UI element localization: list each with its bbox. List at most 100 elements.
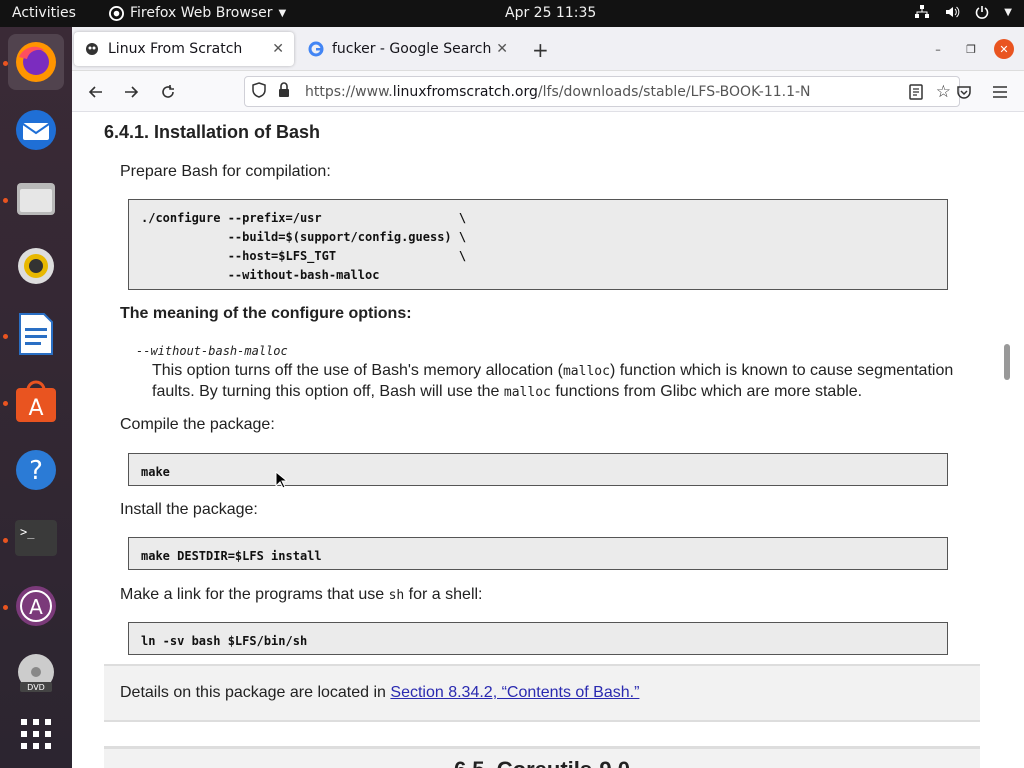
back-arrow-icon <box>88 86 102 98</box>
option-term: --without-bash-malloc <box>136 344 288 358</box>
system-tray[interactable]: ▼ <box>914 4 1012 20</box>
tab-google-search[interactable]: fucker - Google Search ✕ <box>298 32 518 66</box>
code-install: make DESTDIR=$LFS install <box>128 537 948 570</box>
power-icon <box>974 4 990 20</box>
scrollbar-thumb[interactable] <box>1004 344 1010 380</box>
url-prefix: https://www. <box>305 83 393 100</box>
app-menu-label: Firefox Web Browser <box>130 5 273 21</box>
forward-arrow-icon <box>125 86 139 98</box>
tab-label: fucker - Google Search <box>332 41 492 57</box>
forward-button[interactable] <box>117 79 145 105</box>
url-text: https://www.linuxfromscratch.org/lfs/dow… <box>305 84 811 100</box>
reload-button[interactable] <box>154 79 182 105</box>
link-code: sh <box>388 588 405 603</box>
close-window-button[interactable]: ✕ <box>994 39 1014 59</box>
hamburger-menu-icon <box>993 86 1007 98</box>
svg-text:A: A <box>29 595 43 619</box>
option-desc-text: faults. By turning this option off, Bash… <box>152 383 504 400</box>
writer-icon <box>19 313 53 355</box>
tab-label: Linux From Scratch <box>108 41 243 57</box>
network-icon <box>914 4 930 20</box>
svg-text:DVD: DVD <box>27 683 45 692</box>
maximize-button[interactable]: ❐ <box>961 39 981 59</box>
svg-text:?: ? <box>29 456 43 486</box>
clock[interactable]: Apr 25 11:35 <box>505 5 596 21</box>
app-grid-icon <box>21 719 51 749</box>
app-menu[interactable]: Firefox Web Browser ▼ <box>108 5 286 21</box>
dock-show-apps[interactable] <box>8 706 64 762</box>
option-desc-text: ) function which is known to cause segme… <box>609 362 954 379</box>
volume-icon <box>944 4 960 20</box>
activities-button[interactable]: Activities <box>12 5 76 21</box>
next-section-heading: 6.5. Coreutils-9.0 <box>104 746 980 768</box>
dock-writer[interactable] <box>8 306 64 362</box>
running-indicator <box>3 198 8 203</box>
firefox-icon <box>16 42 56 82</box>
updater-icon: A <box>16 586 56 626</box>
dock-rhythmbox[interactable] <box>8 238 64 294</box>
meaning-heading: The meaning of the configure options: <box>120 305 412 322</box>
link-text: for a shell: <box>404 586 483 603</box>
dock: A ? >_ A DVD <box>0 27 72 768</box>
details-text: Details on this package are located in S… <box>120 684 639 702</box>
dock-software[interactable]: A <box>8 374 64 430</box>
firefox-small-icon <box>108 5 124 21</box>
details-label: Details on this package are located in <box>120 684 391 701</box>
pocket-button[interactable] <box>950 79 978 105</box>
paragraph-link: Make a link for the programs that use sh… <box>120 586 483 604</box>
url-bar[interactable]: https://www.linuxfromscratch.org/lfs/dow… <box>244 76 960 107</box>
close-icon[interactable]: ✕ <box>496 41 508 57</box>
dock-thunderbird[interactable] <box>8 102 64 158</box>
code-make: make <box>128 453 948 486</box>
dock-terminal[interactable]: >_ <box>8 510 64 566</box>
code-link: ln -sv bash $LFS/bin/sh <box>128 622 948 655</box>
reader-view-icon[interactable] <box>909 84 923 104</box>
nav-bar: https://www.linuxfromscratch.org/lfs/dow… <box>72 71 1024 112</box>
shield-icon[interactable] <box>251 81 267 102</box>
option-desc-code: malloc <box>562 364 610 379</box>
dock-updater[interactable]: A <box>8 578 64 634</box>
software-icon: A <box>16 380 56 422</box>
back-button[interactable] <box>82 79 110 105</box>
chevron-down-icon: ▼ <box>1004 6 1012 18</box>
star-icon[interactable]: ☆ <box>936 82 951 102</box>
link-text: Make a link for the programs that use <box>120 586 389 603</box>
code-configure: ./configure --prefix=/usr \ --build=$(su… <box>128 199 948 290</box>
dock-firefox[interactable] <box>8 34 64 90</box>
pocket-icon <box>957 86 971 99</box>
url-host: linuxfromscratch.org <box>392 83 538 100</box>
minimize-button[interactable]: – <box>928 39 948 59</box>
chevron-down-icon: ▼ <box>278 7 287 19</box>
section-heading: 6.4.1. Installation of Bash <box>104 122 321 142</box>
menu-button[interactable] <box>986 79 1014 105</box>
svg-text:A: A <box>28 396 43 421</box>
rhythmbox-icon <box>18 248 54 284</box>
lock-icon[interactable] <box>277 81 293 102</box>
tab-linux-from-scratch[interactable]: Linux From Scratch ✕ <box>74 32 294 66</box>
paragraph-prepare: Prepare Bash for compilation: <box>120 163 331 180</box>
help-icon: ? <box>16 450 56 490</box>
option-description: This option turns off the use of Bash's … <box>152 361 972 403</box>
option-desc-code: malloc <box>503 385 551 400</box>
dock-dvd[interactable]: DVD <box>8 646 64 702</box>
dock-files[interactable] <box>8 170 64 226</box>
lfs-favicon-icon <box>84 41 100 57</box>
thunderbird-icon <box>16 110 56 150</box>
terminal-icon: >_ <box>15 520 57 556</box>
new-tab-button[interactable]: + <box>532 38 549 62</box>
running-indicator <box>3 401 8 406</box>
running-indicator <box>3 605 8 610</box>
option-desc-text: This option turns off the use of Bash's … <box>152 362 563 379</box>
tab-strip: Linux From Scratch ✕ fucker - Google Sea… <box>72 27 1024 71</box>
details-link[interactable]: Section 8.34.2, “Contents of Bash.” <box>390 684 639 701</box>
close-icon[interactable]: ✕ <box>272 41 284 57</box>
dock-help[interactable]: ? <box>8 442 64 498</box>
svg-text:>_: >_ <box>20 525 35 539</box>
running-indicator <box>3 61 8 66</box>
files-icon <box>17 183 55 215</box>
paragraph-compile: Compile the package: <box>120 416 275 433</box>
details-box: Details on this package are located in S… <box>104 664 980 722</box>
google-icon <box>308 41 324 57</box>
gnome-top-bar: Activities Firefox Web Browser ▼ Apr 25 … <box>0 0 1024 27</box>
running-indicator <box>3 538 8 543</box>
